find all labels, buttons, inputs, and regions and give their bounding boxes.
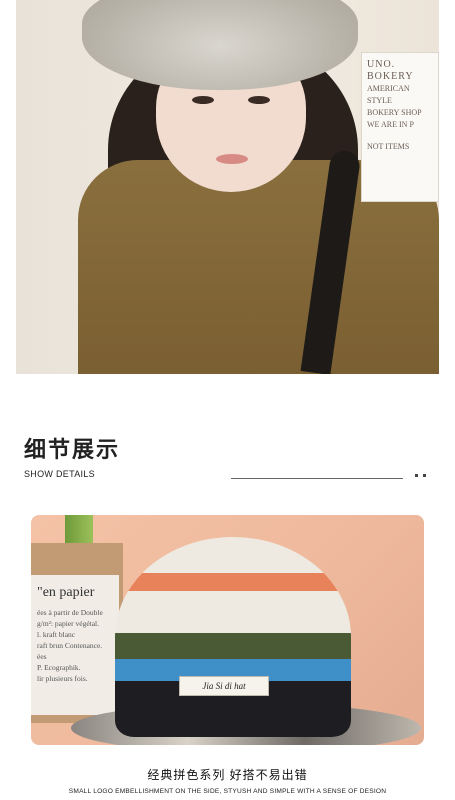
model-eye-right [248, 96, 270, 104]
section-divider [231, 478, 403, 479]
paper-heading: "en papier [37, 585, 95, 600]
paper-line: g/m²: papier végétal. [37, 619, 100, 628]
striped-bucket-hat [115, 537, 351, 737]
model-eye-left [192, 96, 214, 104]
paper-line: l. kraft blanc [37, 630, 76, 639]
model-lips [216, 154, 248, 164]
paper-line: ées à partir de Double [37, 608, 103, 617]
bakery-card-line: AMERICAN STYLE [367, 84, 410, 105]
caption-english: SMALL LOGO EMBELLISHMENT ON THE SIDE, ST… [68, 788, 387, 795]
hat-logo-label: Jia Si di hat [179, 676, 269, 696]
bakery-card-line: BOKERY SHOP [367, 108, 422, 117]
section-dots-icon [415, 474, 429, 478]
bakery-card-line: NOT ITEMS [367, 142, 410, 151]
section-title: 细节展示 [24, 437, 121, 462]
detail-photo: "en papier ées à partir de Double g/m²: … [31, 515, 424, 745]
paper-line: lir plusieurs fois. [37, 674, 88, 683]
bakery-card: UNO. BOKERY AMERICAN STYLE BOKERY SHOP W… [361, 52, 439, 202]
bakery-card-line: UNO. BOKERY [367, 59, 414, 82]
stripe-orange [115, 573, 351, 591]
section-subtitle: SHOW DETAILS [24, 469, 95, 479]
bakery-card-line: WE ARE IN P [367, 120, 414, 129]
hero-photo: UNO. BOKERY AMERICAN STYLE BOKERY SHOP W… [16, 0, 439, 374]
paper-line: ées [37, 652, 47, 661]
paper-tag: "en papier ées à partir de Double g/m²: … [31, 575, 119, 715]
paper-line: P. Ecographik. [37, 663, 81, 672]
caption-chinese: 经典拼色系列 好搭不易出错 [147, 768, 308, 782]
stripe-green [115, 633, 351, 659]
paper-line: raft brun Contenance. [37, 641, 103, 650]
